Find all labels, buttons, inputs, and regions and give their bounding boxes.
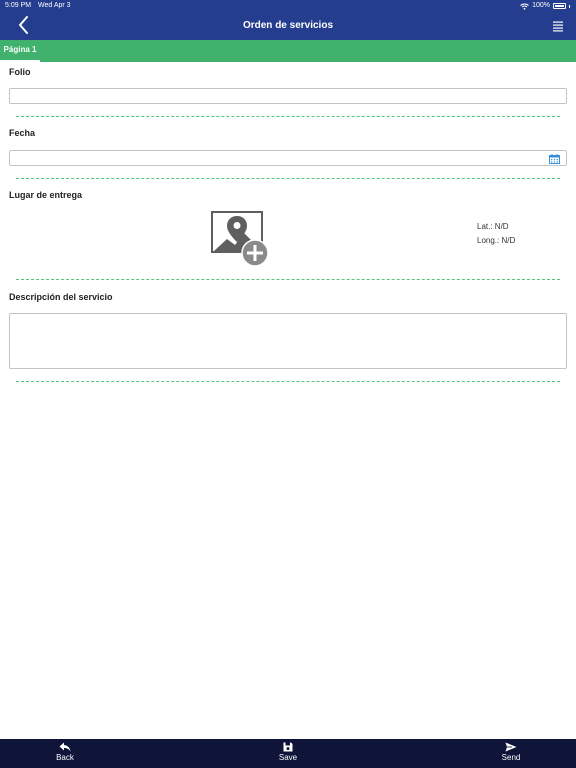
back-button[interactable]: Back (35, 739, 95, 768)
status-bar: 5:09 PM Wed Apr 3 100% (0, 0, 576, 12)
folio-label: Folio (9, 67, 31, 77)
longitude-text: Long.: N/D (477, 236, 516, 245)
status-time: 5:09 PM (5, 2, 32, 9)
wifi-icon (520, 3, 529, 10)
status-right: 100% (520, 0, 570, 12)
descripcion-label: Descripción del servicio (9, 292, 113, 302)
calendar-icon[interactable] (549, 154, 560, 164)
reply-arrow-icon (59, 742, 71, 752)
page-title: Orden de servicios (242, 20, 334, 31)
latitude-text: Lat.: N/D (477, 222, 509, 231)
send-label: Send (501, 753, 521, 762)
battery-icon (553, 3, 566, 9)
floppy-disk-icon (283, 742, 293, 752)
send-button[interactable]: Send (481, 739, 541, 768)
save-label: Save (278, 753, 298, 762)
folio-input[interactable] (9, 88, 567, 104)
separator (16, 178, 560, 179)
top-bar: 5:09 PM Wed Apr 3 100% Orden de servicio… (0, 0, 576, 40)
battery-percent: 100% (532, 2, 550, 9)
lugar-label: Lugar de entrega (9, 190, 83, 200)
fecha-label: Fecha (9, 128, 36, 138)
separator (16, 116, 560, 117)
back-label: Back (56, 753, 74, 762)
menu-button[interactable] (552, 19, 564, 32)
separator (16, 381, 560, 382)
save-button[interactable]: Save (258, 739, 318, 768)
descripcion-textarea[interactable] (9, 313, 567, 369)
status-date: Wed Apr 3 (38, 2, 71, 9)
add-map-location-icon[interactable] (211, 211, 269, 267)
page-tab-strip: Página 1 (0, 40, 576, 62)
hamburger-menu-icon (553, 21, 563, 32)
separator (16, 279, 560, 280)
paper-plane-icon (505, 742, 517, 752)
fecha-input[interactable] (9, 150, 567, 166)
bottom-toolbar: Back Save Send (0, 739, 576, 768)
tab-pagina-1[interactable]: Página 1 (0, 40, 40, 62)
